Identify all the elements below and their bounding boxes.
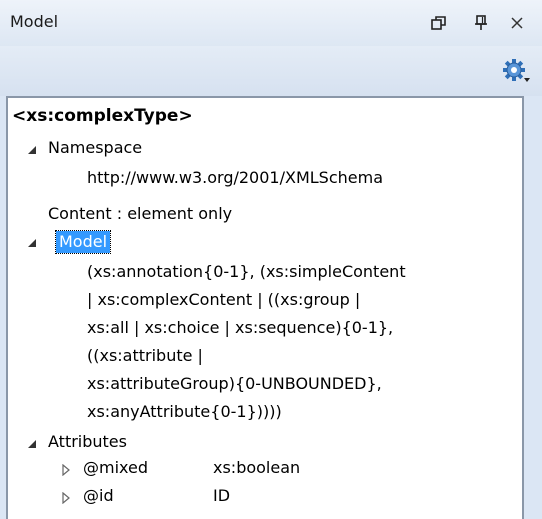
model-line: xs:all | xs:choice | xs:sequence){0-1}, <box>87 318 394 337</box>
model-panel: Model <xs:complexType> Namespace http://… <box>0 0 542 519</box>
model-line: xs:attributeGroup){0-UNBOUNDED}, <box>87 374 382 393</box>
model-tree: <xs:complexType> Namespace http://www.w3… <box>6 96 524 519</box>
model-content-text: (xs:annotation{0-1}, (xs:simpleContent |… <box>87 258 507 426</box>
pin-icon[interactable] <box>468 10 494 36</box>
model-node-selected[interactable]: Model <box>54 230 112 254</box>
restore-window-icon[interactable] <box>426 10 452 36</box>
attribute-name[interactable]: @mixed <box>83 458 148 477</box>
panel-titlebar: Model <box>0 0 542 46</box>
model-line: (xs:annotation{0-1}, (xs:simpleContent <box>87 262 406 281</box>
expanded-triangle-icon[interactable] <box>26 237 38 249</box>
attribute-type: ID <box>213 486 231 505</box>
namespace-value: http://www.w3.org/2001/XMLSchema <box>87 168 383 187</box>
attributes-label[interactable]: Attributes <box>48 432 127 451</box>
namespace-label[interactable]: Namespace <box>48 138 142 157</box>
expanded-triangle-icon[interactable] <box>26 144 38 156</box>
model-line: | xs:complexContent | ((xs:group | <box>87 290 361 309</box>
model-line: xs:anyAttribute{0-1})))) <box>87 402 282 421</box>
panel-toolbar <box>0 46 542 96</box>
collapsed-triangle-icon[interactable] <box>60 464 72 476</box>
expanded-triangle-icon[interactable] <box>26 438 38 450</box>
model-line: ((xs:attribute | <box>87 346 203 365</box>
panel-title: Model <box>10 12 59 31</box>
content-type-label[interactable]: Content : element only <box>48 204 232 223</box>
gear-settings-icon[interactable] <box>502 58 532 86</box>
complex-type-heading: <xs:complexType> <box>12 106 193 126</box>
attribute-name[interactable]: @id <box>83 486 114 505</box>
attribute-type: xs:boolean <box>213 458 301 477</box>
collapsed-triangle-icon[interactable] <box>60 492 72 504</box>
close-icon[interactable] <box>504 10 530 36</box>
